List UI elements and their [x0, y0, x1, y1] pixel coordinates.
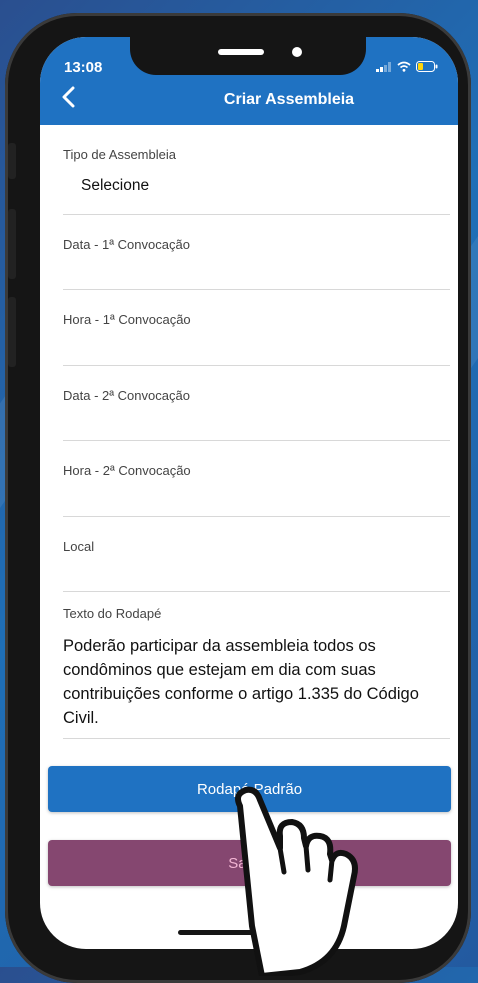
data-2-convocacao-field[interactable]: Data - 2ª Convocação [63, 366, 450, 441]
tipo-assembleia-value[interactable]: Selecione [81, 177, 149, 195]
phone-side-button [8, 209, 16, 279]
status-time: 13:08 [64, 59, 103, 76]
field-label: Local [63, 539, 95, 554]
speaker-grille [218, 49, 264, 55]
data-1-convocacao-field[interactable]: Data - 1ª Convocação [63, 215, 450, 290]
tipo-assembleia-field[interactable]: Tipo de Assembleia Selecione [63, 125, 450, 215]
local-field[interactable]: Local [63, 517, 450, 592]
signal-icon [376, 61, 392, 75]
app-header: 13:08 Criar Assembleia [40, 37, 458, 125]
phone-side-button [8, 297, 16, 367]
status-icons [376, 61, 438, 75]
texto-rodape-value[interactable]: Poderão participar da assembleia todos o… [63, 634, 446, 730]
field-label: Hora - 1ª Convocação [63, 312, 191, 327]
field-label: Texto do Rodapé [63, 606, 162, 621]
page-title: Criar Assembleia [223, 91, 355, 108]
pointing-hand-icon [222, 776, 362, 981]
front-camera [292, 47, 302, 57]
wifi-icon [397, 61, 411, 75]
field-label: Data - 1ª Convocação [63, 237, 190, 252]
field-label: Tipo de Assembleia [63, 147, 176, 162]
texto-rodape-field[interactable]: Texto do Rodapé Poderão participar da as… [63, 592, 450, 739]
phone-side-button [8, 143, 16, 179]
field-label: Data - 2ª Convocação [63, 388, 190, 403]
hora-2-convocacao-field[interactable]: Hora - 2ª Convocação [63, 441, 450, 517]
phone-notch [130, 37, 366, 75]
assembly-form: Tipo de Assembleia Selecione Data - 1ª C… [40, 125, 458, 739]
hora-1-convocacao-field[interactable]: Hora - 1ª Convocação [63, 290, 450, 366]
field-label: Hora - 2ª Convocação [63, 463, 191, 478]
battery-icon [416, 61, 438, 75]
